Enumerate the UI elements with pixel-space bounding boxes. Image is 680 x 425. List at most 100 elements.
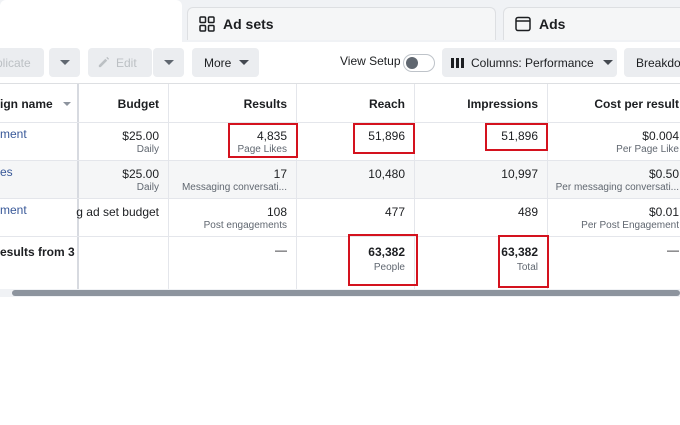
view-setup-label: View Setup (340, 54, 401, 68)
columns-button[interactable]: Columns: Performance (442, 48, 617, 77)
impressions-value: 10,997 (501, 167, 538, 181)
cell-reach: 10,480 (297, 161, 415, 198)
toggle-knob (406, 57, 418, 69)
table-row[interactable]: ment $25.00 Daily 4,835 Page Likes 51,89… (0, 123, 680, 161)
reach-value: 477 (384, 205, 405, 219)
cell-name: es (0, 161, 79, 198)
total-name: esults from 3 (0, 245, 75, 259)
cell-cost: $0.01 Per Post Engagement (548, 199, 680, 236)
window-icon (515, 16, 531, 32)
results-sub: Messaging conversati... (181, 182, 287, 193)
impressions-value: 489 (517, 205, 538, 219)
results-sub: Post engagements (203, 220, 287, 231)
edit-dropdown-button[interactable] (153, 48, 184, 77)
duplicate-label: plicate (0, 55, 31, 70)
cost-sub: Per messaging conversati... (555, 182, 679, 193)
total-cell-reach: 63,382 People (297, 237, 415, 289)
tab-ads-label: Ads (539, 16, 566, 32)
total-reach: 63,382 (368, 245, 405, 259)
budget-value: g ad set budget (76, 205, 159, 219)
breakdown-label: Breakdow (636, 55, 680, 70)
cell-reach: 51,896 (297, 123, 415, 160)
cell-results: 4,835 Page Likes (169, 123, 297, 160)
tab-bar: Ad sets Ads (0, 0, 680, 42)
columns-icon (451, 57, 464, 68)
header-cell-cost-per-result[interactable]: Cost per result (548, 84, 680, 122)
edit-button[interactable]: Edit (88, 48, 152, 77)
duplicate-button[interactable]: plicate (0, 48, 44, 77)
impressions-value: 51,896 (501, 129, 538, 143)
tab-ads[interactable]: Ads (503, 7, 680, 40)
total-row: esults from 3 — 63,382 People 63,382 Tot… (0, 237, 680, 289)
total-reach-sub: People (373, 262, 405, 273)
breakdown-button[interactable]: Breakdow (624, 48, 680, 77)
more-button[interactable]: More (192, 48, 259, 77)
table-header-row: ign name Budget Results Reach Impression… (0, 84, 680, 123)
more-label: More (204, 55, 232, 70)
total-cell-budget (79, 237, 169, 289)
cell-results: 108 Post engagements (169, 199, 297, 236)
cost-value: $0.01 (648, 205, 679, 219)
total-results: — (275, 243, 287, 257)
cost-value: $0.50 (648, 167, 679, 181)
budget-value: $25.00 (122, 167, 159, 181)
sort-icon[interactable] (63, 102, 71, 106)
results-value: 4,835 (256, 129, 287, 143)
chevron-down-icon (59, 60, 70, 65)
cell-results: 17 Messaging conversati... (169, 161, 297, 198)
header-reach-label: Reach (368, 97, 405, 111)
total-impressions-sub: Total (516, 262, 538, 273)
cell-impressions: 51,896 (415, 123, 548, 160)
campaign-name-link[interactable]: ment (0, 203, 27, 217)
header-cell-reach[interactable]: Reach (297, 84, 415, 122)
toolbar: plicate Edit More View Setup Columns: Pe… (0, 42, 680, 84)
columns-label: Columns: Performance (471, 55, 594, 70)
pencil-icon (98, 56, 110, 68)
total-cost: — (667, 243, 679, 257)
header-name-label: ign name (0, 97, 53, 111)
campaign-name-link[interactable]: es (0, 165, 13, 179)
total-cell-results: — (169, 237, 297, 289)
total-cell-cost: — (548, 237, 680, 289)
header-cell-name[interactable]: ign name (0, 84, 79, 122)
cell-impressions: 489 (415, 199, 548, 236)
cell-budget: g ad set budget (76, 199, 169, 236)
results-value: 108 (266, 205, 287, 219)
total-cell-name: esults from 3 (0, 237, 79, 289)
cell-cost: $0.004 Per Page Like (548, 123, 680, 160)
header-results-label: Results (243, 97, 287, 111)
campaign-name-link[interactable]: ment (0, 127, 27, 141)
cell-reach: 477 (297, 199, 415, 236)
cell-budget: $25.00 Daily (79, 123, 169, 160)
cost-sub: Per Page Like (616, 144, 679, 155)
cell-name: ment (0, 123, 79, 160)
edit-label: Edit (116, 55, 137, 70)
view-setup-toggle[interactable] (403, 54, 435, 72)
header-cell-impressions[interactable]: Impressions (415, 84, 548, 122)
header-impressions-label: Impressions (467, 97, 538, 111)
reach-value: 51,896 (368, 129, 405, 143)
budget-value: $25.00 (122, 129, 159, 143)
tab-ad-sets[interactable]: Ad sets (187, 7, 496, 40)
total-cell-impressions: 63,382 Total (415, 237, 548, 289)
cell-name: ment (0, 199, 79, 236)
results-value: 17 (273, 167, 287, 181)
table-row[interactable]: es $25.00 Daily 17 Messaging conversati.… (0, 161, 680, 199)
total-impressions: 63,382 (501, 245, 538, 259)
table-row[interactable]: ment g ad set budget 108 Post engagement… (0, 199, 680, 237)
header-cell-budget[interactable]: Budget (79, 84, 169, 122)
tab-campaigns[interactable] (0, 0, 182, 42)
duplicate-dropdown-button[interactable] (49, 48, 80, 77)
cell-budget: $25.00 Daily (79, 161, 169, 198)
chevron-down-icon (163, 60, 174, 65)
cost-value: $0.004 (642, 129, 679, 143)
chevron-down-icon (602, 60, 613, 65)
chevron-down-icon (239, 60, 250, 65)
cell-impressions: 10,997 (415, 161, 548, 198)
cell-cost: $0.50 Per messaging conversati... (548, 161, 680, 198)
budget-sub: Daily (136, 144, 159, 155)
horizontal-scrollbar-thumb[interactable] (12, 290, 680, 296)
budget-sub: Daily (136, 182, 159, 193)
header-cell-results[interactable]: Results (169, 84, 297, 122)
header-budget-label: Budget (117, 97, 159, 111)
